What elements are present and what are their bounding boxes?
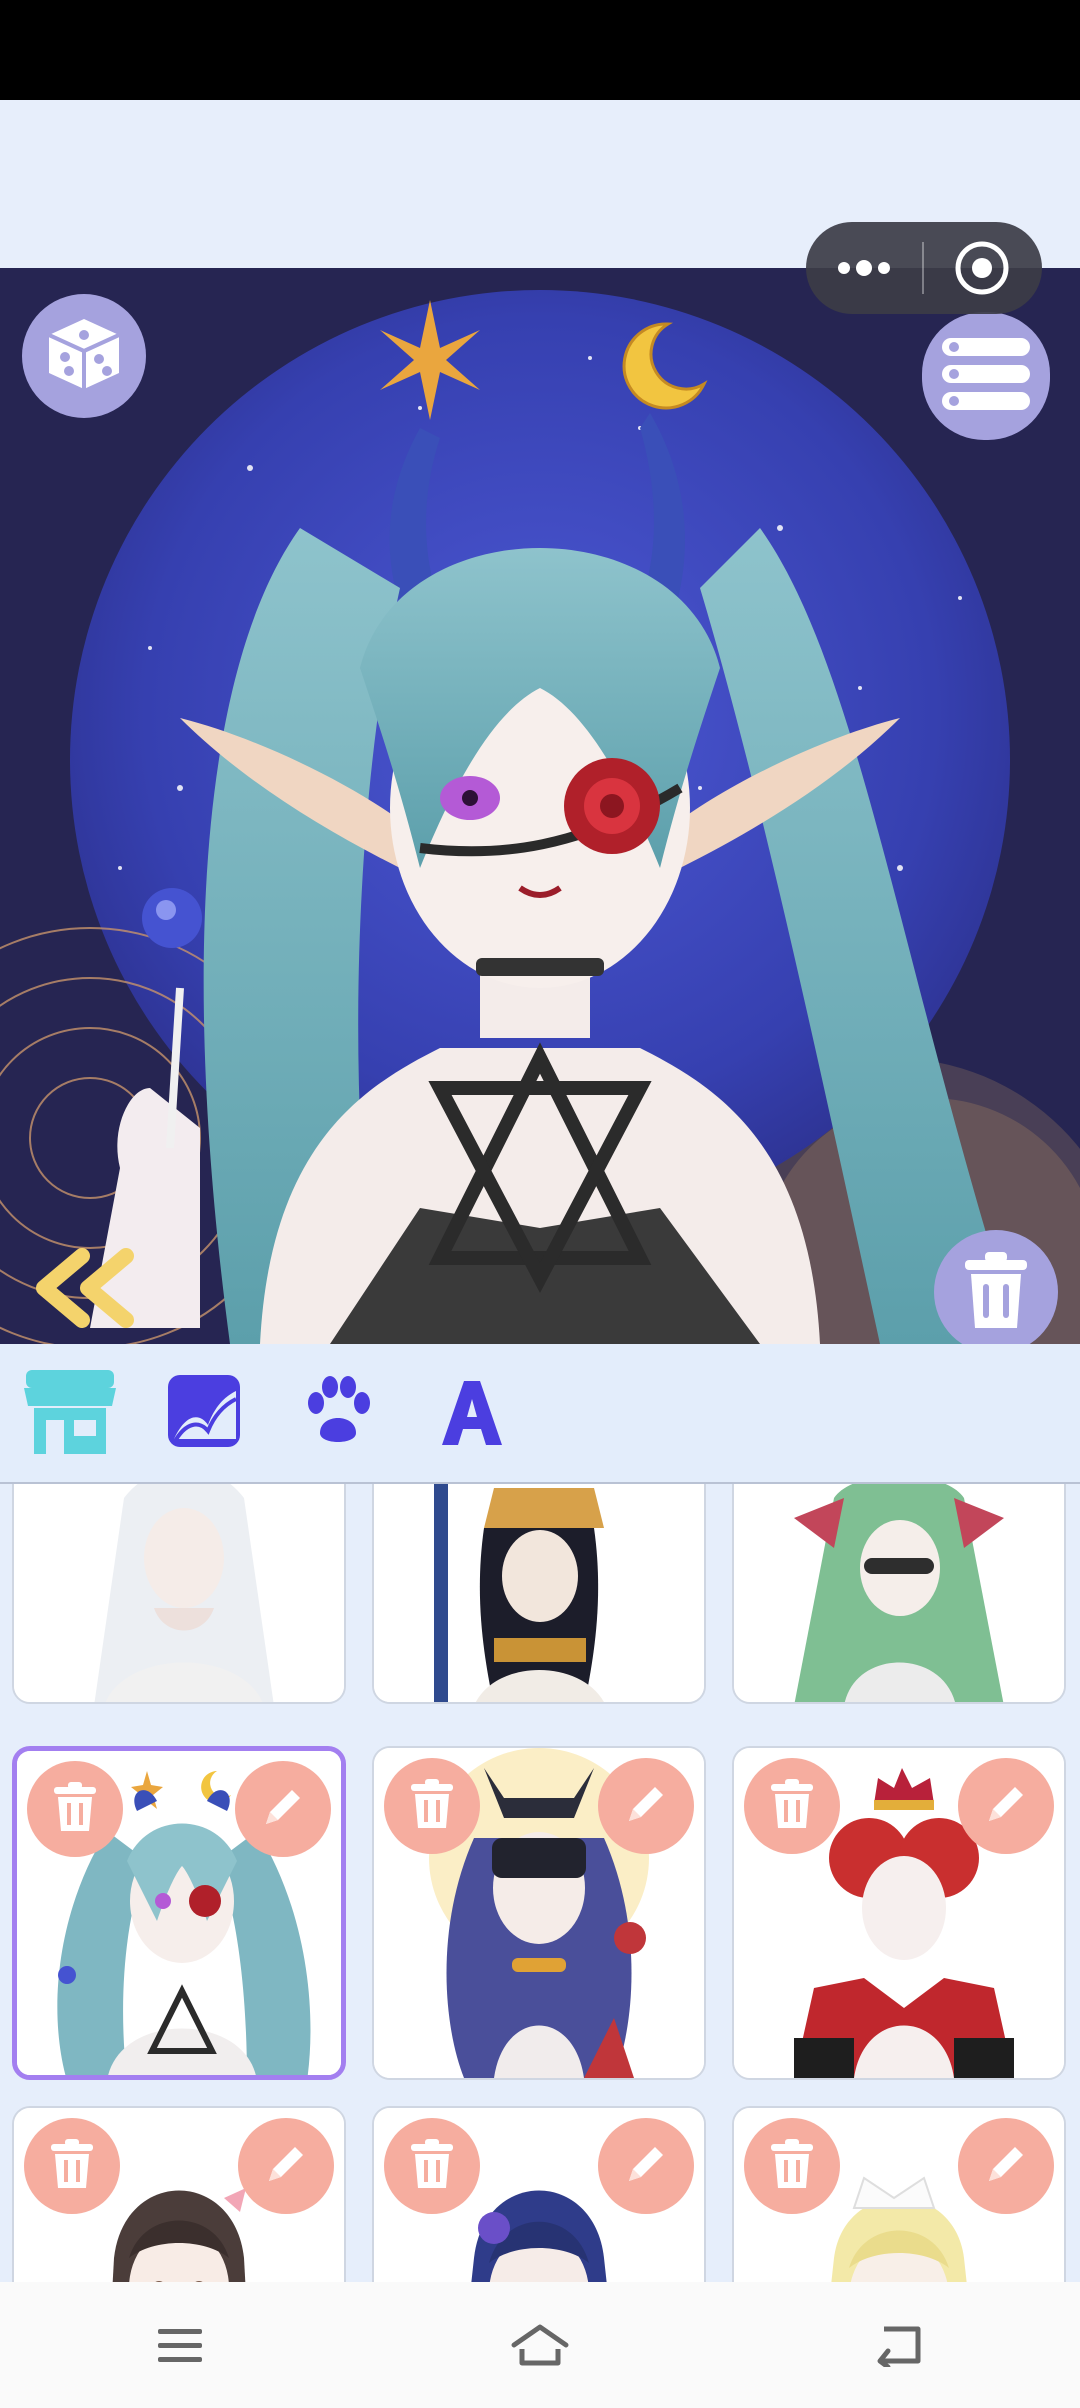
pencil-icon [981, 1779, 1031, 1834]
menu-icon[interactable] [120, 2295, 240, 2395]
delete-card-button[interactable] [24, 2118, 120, 2214]
delete-card-button[interactable] [384, 2118, 480, 2214]
edit-card-button[interactable] [238, 2118, 334, 2214]
trash-icon [961, 1250, 1031, 1335]
pencil-icon [261, 2139, 311, 2194]
shop-icon [20, 1366, 120, 1461]
character-card[interactable] [12, 1484, 346, 1704]
character-artwork [0, 268, 1080, 1344]
pencil-icon [981, 2139, 1031, 2194]
double-chevron-left-icon[interactable] [30, 1248, 140, 1328]
background-image-icon [166, 1373, 242, 1454]
tab-pets[interactable] [286, 1361, 390, 1465]
randomize-button[interactable] [22, 294, 146, 418]
character-card[interactable] [732, 1746, 1066, 2080]
trash-icon [769, 2138, 815, 2195]
character-card[interactable] [12, 2106, 346, 2282]
edit-card-button[interactable] [958, 1758, 1054, 1854]
target-close-icon[interactable] [924, 222, 1040, 314]
delete-card-button[interactable] [744, 2118, 840, 2214]
paw-icon [300, 1373, 376, 1454]
edit-card-button[interactable] [958, 2118, 1054, 2214]
status-bar [0, 0, 1080, 100]
letter-a-icon [434, 1373, 510, 1454]
edit-card-button[interactable] [598, 2118, 694, 2214]
edit-card-button[interactable] [598, 1758, 694, 1854]
character-thumbnail [14, 1484, 344, 1702]
trash-icon [409, 2138, 455, 2195]
character-card[interactable] [732, 2106, 1066, 2282]
delete-card-button[interactable] [27, 1761, 123, 1857]
trash-icon [49, 2138, 95, 2195]
system-navigation-bar [0, 2282, 1080, 2408]
trash-icon [52, 1781, 98, 1838]
back-icon[interactable] [840, 2295, 960, 2395]
pencil-icon [258, 1782, 308, 1837]
tab-shop[interactable] [18, 1361, 122, 1465]
mini-program-capsule [806, 222, 1042, 314]
trash-icon [409, 1778, 455, 1835]
list-menu-button[interactable] [922, 312, 1050, 440]
dice-icon [43, 313, 125, 400]
saved-characters-grid [0, 1484, 1080, 2282]
character-card[interactable] [372, 2106, 706, 2282]
home-icon[interactable] [480, 2295, 600, 2395]
character-card[interactable] [372, 1746, 706, 2080]
list-menu-icon [942, 336, 1030, 417]
tab-text[interactable] [420, 1361, 524, 1465]
category-toolbar [0, 1344, 1080, 1484]
delete-card-button[interactable] [384, 1758, 480, 1854]
pencil-icon [621, 1779, 671, 1834]
character-preview [0, 268, 1080, 1344]
character-card-selected[interactable] [12, 1746, 346, 2080]
pencil-icon [621, 2139, 671, 2194]
character-card[interactable] [372, 1484, 706, 1704]
trash-icon [769, 1778, 815, 1835]
character-thumbnail [374, 1484, 704, 1702]
delete-card-button[interactable] [744, 1758, 840, 1854]
edit-card-button[interactable] [235, 1761, 331, 1857]
more-dots-icon[interactable] [806, 222, 922, 314]
delete-character-button[interactable] [934, 1230, 1058, 1344]
tab-background[interactable] [152, 1361, 256, 1465]
character-thumbnail [734, 1484, 1064, 1702]
character-card[interactable] [732, 1484, 1066, 1704]
